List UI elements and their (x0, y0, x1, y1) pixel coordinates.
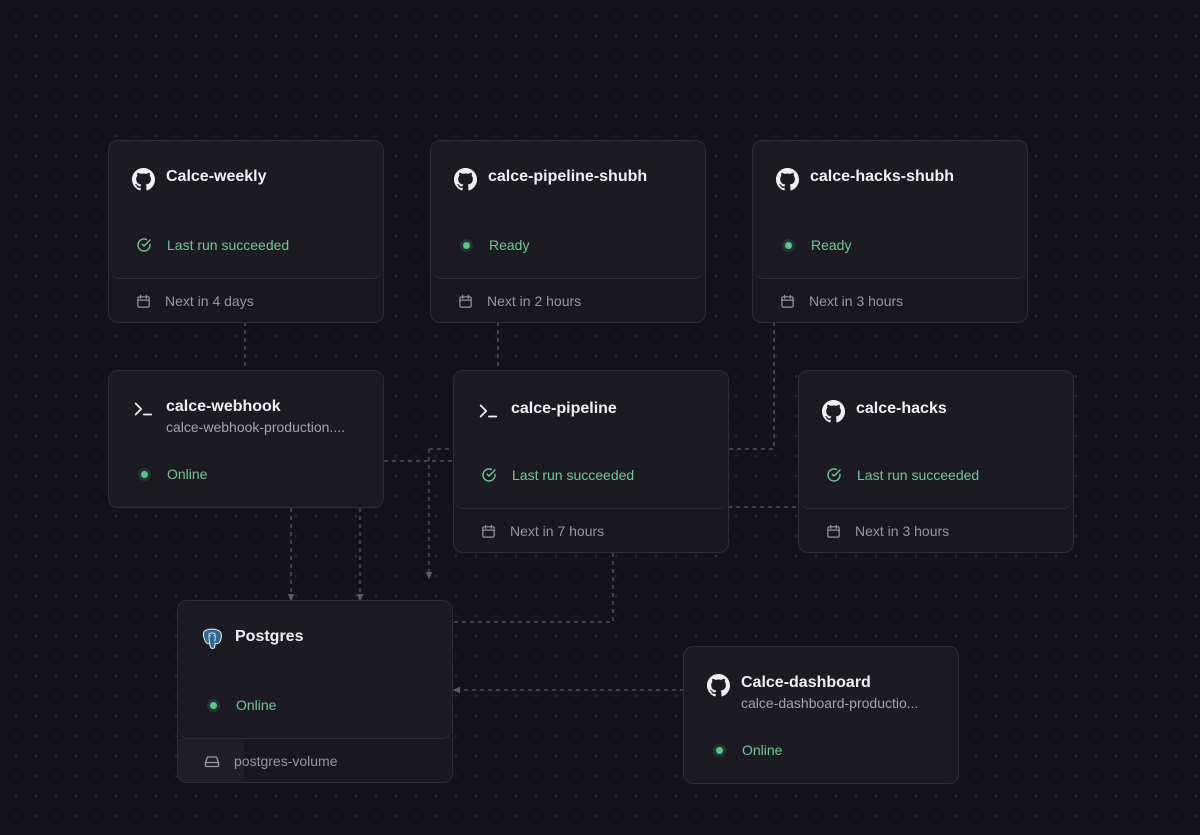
terminal-icon (131, 397, 155, 421)
status-text: Online (167, 466, 208, 482)
service-card-calce-hacks[interactable]: calce-hacks Last run succeeded Next in 3… (798, 370, 1074, 553)
status-dot (204, 696, 222, 714)
github-icon (453, 167, 477, 191)
status-row: Online (135, 465, 207, 483)
github-icon (131, 167, 155, 191)
edge-calce-pipeline-to-postgres (453, 553, 614, 623)
postgres-icon (200, 627, 224, 651)
status-text: Online (742, 742, 783, 758)
card-body: calce-webhook calce-webhook-production..… (109, 371, 383, 507)
schedule-text: Next in 2 hours (487, 293, 582, 309)
schedule-text: Next in 3 hours (855, 523, 950, 539)
service-title[interactable]: calce-hacks (856, 399, 947, 419)
card-footer: Next in 3 hours (799, 509, 1073, 552)
status-text: Last run succeeded (167, 237, 290, 253)
card-footer: Next in 3 hours (753, 279, 1027, 322)
github-icon (775, 167, 799, 191)
card-body: Calce-dashboard calce-dashboard-producti… (684, 647, 958, 783)
card-body: Postgres Online (178, 601, 452, 739)
github-icon (821, 399, 845, 423)
service-card-calce-hacks-shubh[interactable]: calce-hacks-shubh Ready Next in 3 hours (752, 140, 1028, 323)
schedule-text: Next in 4 days (165, 293, 254, 309)
volume-icon (204, 753, 220, 769)
service-title[interactable]: calce-webhook (166, 397, 345, 417)
service-card-calce-pipeline-shubh[interactable]: calce-pipeline-shubh Ready Next in 2 hou… (430, 140, 706, 323)
card-body: Calce-weekly Last run succeeded (109, 141, 383, 279)
schedule-text: Next in 3 hours (809, 293, 904, 309)
status-text: Last run succeeded (857, 467, 980, 483)
card-body: calce-pipeline Last run succeeded (454, 371, 728, 509)
service-card-calce-webhook[interactable]: calce-webhook calce-webhook-production..… (108, 370, 384, 508)
check-circle-icon (825, 466, 843, 484)
calendar-icon (480, 523, 496, 539)
status-dot (710, 741, 728, 759)
volume-name: postgres-volume (234, 753, 338, 769)
check-circle-icon (480, 466, 498, 484)
card-footer: Next in 2 hours (431, 279, 705, 322)
card-header: calce-pipeline-shubh (453, 167, 689, 191)
service-card-calce-dashboard[interactable]: Calce-dashboard calce-dashboard-producti… (683, 646, 959, 784)
calendar-icon (457, 293, 473, 309)
status-text: Last run succeeded (512, 467, 635, 483)
status-row: Online (710, 741, 782, 759)
service-title[interactable]: Calce-weekly (166, 167, 267, 187)
status-row: Ready (457, 236, 529, 254)
schedule-text: Next in 7 hours (510, 523, 605, 539)
card-header: calce-hacks (821, 399, 1057, 423)
status-row: Online (204, 696, 276, 714)
service-title[interactable]: Calce-dashboard (741, 673, 918, 693)
card-footer: Next in 4 days (109, 279, 383, 322)
calendar-icon (825, 523, 841, 539)
status-row: Last run succeeded (135, 236, 289, 254)
card-header: calce-pipeline (476, 399, 712, 423)
service-card-calce-weekly[interactable]: Calce-weekly Last run succeeded Next in … (108, 140, 384, 323)
status-dot (779, 236, 797, 254)
status-text: Online (236, 697, 277, 713)
calendar-icon (135, 293, 151, 309)
service-card-postgres[interactable]: Postgres Online postgres-volume (177, 600, 453, 783)
card-body: calce-hacks Last run succeeded (799, 371, 1073, 509)
terminal-icon (476, 399, 500, 423)
status-dot (457, 236, 475, 254)
status-row: Last run succeeded (825, 466, 979, 484)
service-card-calce-pipeline[interactable]: calce-pipeline Last run succeeded Next i… (453, 370, 729, 553)
service-domain[interactable]: calce-webhook-production.... (166, 417, 345, 437)
card-body: calce-hacks-shubh Ready (753, 141, 1027, 279)
check-circle-icon (135, 236, 153, 254)
status-row: Ready (779, 236, 851, 254)
service-domain[interactable]: calce-dashboard-productio... (741, 693, 918, 713)
edge-calce-hacks-shubh-to-calce-hacks (728, 322, 775, 450)
status-dot (135, 465, 153, 483)
volume-footer[interactable]: postgres-volume (178, 739, 452, 782)
status-row: Last run succeeded (480, 466, 634, 484)
status-text: Ready (811, 237, 852, 253)
service-title[interactable]: calce-hacks-shubh (810, 167, 954, 187)
status-text: Ready (489, 237, 530, 253)
calendar-icon (779, 293, 795, 309)
card-header: calce-hacks-shubh (775, 167, 1011, 191)
card-header: Calce-weekly (131, 167, 367, 191)
github-icon (706, 673, 730, 697)
service-title[interactable]: Postgres (235, 627, 303, 647)
card-footer: Next in 7 hours (454, 509, 728, 552)
service-title[interactable]: calce-pipeline (511, 399, 617, 419)
card-header: calce-webhook calce-webhook-production..… (131, 397, 367, 437)
service-title[interactable]: calce-pipeline-shubh (488, 167, 647, 187)
card-header: Calce-dashboard calce-dashboard-producti… (706, 673, 942, 713)
card-body: calce-pipeline-shubh Ready (431, 141, 705, 279)
card-header: Postgres (200, 627, 436, 651)
